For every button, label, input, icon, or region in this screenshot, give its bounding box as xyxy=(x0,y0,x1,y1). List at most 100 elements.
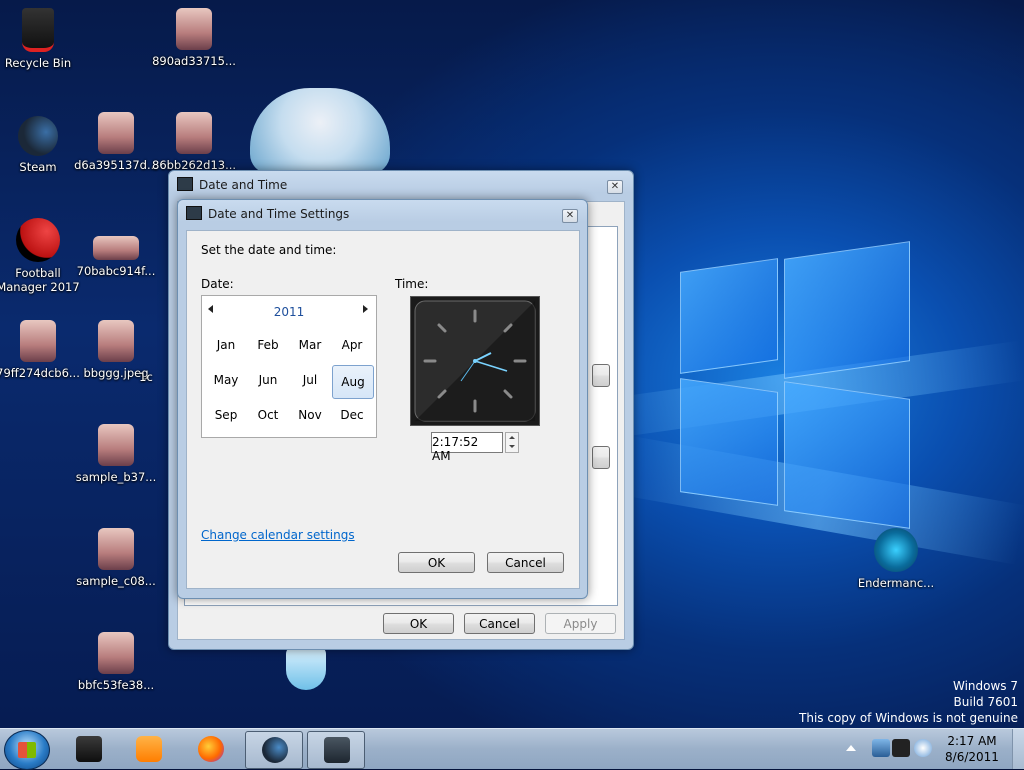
analog-clock xyxy=(410,296,540,426)
close-icon[interactable]: ✕ xyxy=(607,180,623,194)
spin-down-icon[interactable] xyxy=(509,445,515,448)
calendar-month-nov[interactable]: Nov xyxy=(290,400,330,430)
desktop-icon-label: sample_b37... xyxy=(75,470,157,484)
desktop-icon-label: Steam xyxy=(19,160,57,174)
time-label: Time: xyxy=(395,277,429,291)
date-time-settings-dialog: Date and Time Settings ✕ Set the date an… xyxy=(177,199,588,599)
calendar-month-apr[interactable]: Apr xyxy=(332,330,372,360)
change-date-time-button[interactable] xyxy=(592,364,610,387)
desktop-icon-football-manager[interactable]: Football Manager 2017 xyxy=(0,218,80,294)
desktop-icon-image[interactable]: 86bb262d13... xyxy=(152,112,236,172)
desktop-icon-image[interactable]: sample_b37... xyxy=(74,424,158,484)
desktop-icon-image[interactable]: bbfc53fe38... xyxy=(74,632,158,692)
calendar-month-jun[interactable]: Jun xyxy=(248,365,288,395)
time-input[interactable]: 2:17:52 AM xyxy=(431,432,503,463)
recycle-bin-icon xyxy=(22,8,54,52)
calendar-month-dec[interactable]: Dec xyxy=(332,400,372,430)
calendar: 2011 Jan Feb Mar Apr May Jun Jul Aug Sep Oct Nov De… xyxy=(201,295,377,438)
watermark-line: This copy of Windows is not genuine xyxy=(799,711,1018,725)
next-year-icon[interactable] xyxy=(363,305,368,313)
change-time-zone-button[interactable] xyxy=(592,446,610,469)
image-thumbnail-icon xyxy=(98,112,134,154)
taskbar-app-steam[interactable] xyxy=(245,731,303,769)
wallpaper-windows-pane xyxy=(680,258,778,374)
calendar-month-jul[interactable]: Jul xyxy=(290,365,330,395)
calendar-month-aug[interactable]: Aug xyxy=(332,365,374,399)
change-calendar-settings-link[interactable]: Change calendar settings xyxy=(201,528,355,542)
dialog-title: Date and Time xyxy=(177,177,287,192)
steam-icon xyxy=(18,116,58,156)
image-thumbnail-icon xyxy=(98,320,134,362)
taskbar-app-firefox[interactable] xyxy=(182,731,238,767)
network-icon[interactable] xyxy=(872,739,890,757)
football-manager-icon xyxy=(16,218,60,262)
clock-time: 2:17 AM xyxy=(947,734,997,748)
calendar-year-header[interactable]: 2011 xyxy=(262,305,316,319)
clock-window-icon xyxy=(186,206,202,220)
desktop-icon-endermanch[interactable]: Endermanc... xyxy=(854,528,938,590)
taskbar-app-date-time[interactable] xyxy=(307,731,365,769)
apply-button[interactable]: Apply xyxy=(545,613,616,634)
image-thumbnail-icon xyxy=(93,236,139,260)
desktop-icon-label: Football Manager 2017 xyxy=(0,266,80,294)
time-value: 2:17:52 AM xyxy=(432,435,479,463)
desktop-icon-image[interactable]: 1c xyxy=(126,370,166,384)
desktop-icon-image[interactable]: sample_c08... xyxy=(74,528,158,588)
calendar-month-may[interactable]: May xyxy=(206,365,246,395)
media-player-icon xyxy=(76,736,102,762)
windows-logo-icon xyxy=(18,742,36,758)
wallpaper-windows-pane xyxy=(784,241,910,379)
cancel-button[interactable]: Cancel xyxy=(487,552,564,573)
image-thumbnail-icon xyxy=(98,424,134,466)
clock-face-icon xyxy=(414,300,536,422)
image-thumbnail-icon xyxy=(176,8,212,50)
show-hidden-icons-icon[interactable] xyxy=(846,745,856,751)
control-panel-clock-icon xyxy=(324,737,350,763)
firefox-icon xyxy=(198,736,224,762)
start-button[interactable] xyxy=(4,730,50,770)
volume-icon[interactable] xyxy=(914,739,932,757)
taskbar-app-media-player[interactable] xyxy=(60,731,116,767)
desktop-icon-label: Endermanc... xyxy=(857,576,935,590)
calendar-month-oct[interactable]: Oct xyxy=(248,400,288,430)
desktop-icon-label: Recycle Bin xyxy=(4,56,72,70)
ok-button[interactable]: OK xyxy=(383,613,454,634)
desktop-icon-label: d6a395137d... xyxy=(74,158,158,172)
desktop-icon-image[interactable]: 890ad33715... xyxy=(152,8,236,68)
calendar-month-sep[interactable]: Sep xyxy=(206,400,246,430)
media-app-icon xyxy=(136,736,162,762)
instruction-text: Set the date and time: xyxy=(201,243,337,257)
image-thumbnail-icon xyxy=(98,528,134,570)
desktop-icon-label: 1c xyxy=(139,370,153,384)
previous-year-icon[interactable] xyxy=(208,305,213,313)
anime-mascot-foot xyxy=(286,646,326,690)
system-clock[interactable]: 2:17 AM 8/6/2011 xyxy=(938,733,1006,765)
desktop-icon-image[interactable]: 79ff274dcb6... xyxy=(0,320,80,380)
anime-mascot xyxy=(250,88,390,174)
calendar-month-mar[interactable]: Mar xyxy=(290,330,330,360)
desktop-icon-image[interactable]: 70babc914f... xyxy=(74,236,158,278)
close-icon[interactable]: ✕ xyxy=(562,209,578,223)
endermanch-icon xyxy=(874,528,918,572)
taskbar-app-media[interactable] xyxy=(120,731,176,767)
wallpaper-windows-pane xyxy=(784,381,910,529)
desktop-icon-label: sample_c08... xyxy=(76,574,156,588)
desktop-icon-recycle-bin[interactable]: Recycle Bin xyxy=(0,8,80,70)
windows-watermark: Windows 7 Build 7601 This copy of Window… xyxy=(799,678,1018,726)
show-desktop-button[interactable] xyxy=(1012,729,1024,769)
calendar-month-jan[interactable]: Jan xyxy=(206,330,246,360)
dialog-body: Set the date and time: Date: Time: 2011 … xyxy=(186,230,580,589)
desktop: Recycle Bin 890ad33715... Steam d6a39513… xyxy=(0,0,1024,728)
tray-app-icon[interactable] xyxy=(892,739,910,757)
ok-button[interactable]: OK xyxy=(398,552,475,573)
desktop-icon-label: 70babc914f... xyxy=(76,264,156,278)
spin-up-icon[interactable] xyxy=(509,436,515,439)
time-spinner[interactable] xyxy=(505,432,519,453)
calendar-month-feb[interactable]: Feb xyxy=(248,330,288,360)
wallpaper-windows-pane xyxy=(680,378,778,506)
cancel-button[interactable]: Cancel xyxy=(464,613,535,634)
dialog-title-text: Date and Time xyxy=(199,178,288,192)
desktop-icon-image[interactable]: d6a395137d... xyxy=(74,112,158,172)
desktop-icon-steam[interactable]: Steam xyxy=(0,116,80,174)
watermark-line: Build 7601 xyxy=(953,695,1018,709)
